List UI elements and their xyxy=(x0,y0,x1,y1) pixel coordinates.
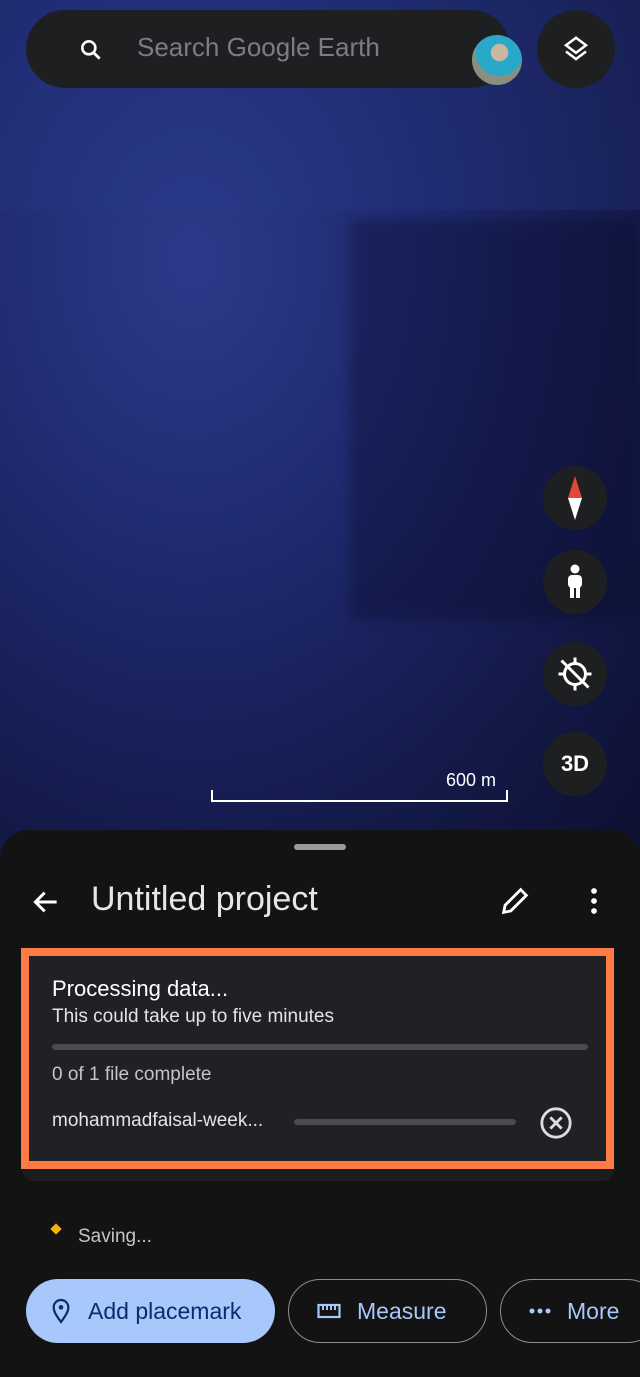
add-placemark-button[interactable]: Add placemark xyxy=(26,1279,275,1343)
placemark-icon xyxy=(52,1298,70,1324)
file-count: 0 of 1 file complete xyxy=(52,1064,212,1085)
drag-handle[interactable] xyxy=(294,844,346,850)
compass-button[interactable] xyxy=(543,466,607,530)
street-view-button[interactable] xyxy=(543,550,607,614)
processing-subtitle: This could take up to five minutes xyxy=(52,1006,334,1027)
scale-label: 600 m xyxy=(445,770,496,790)
3d-toggle-button[interactable]: 3D xyxy=(543,732,607,796)
back-arrow-icon[interactable] xyxy=(30,886,62,918)
my-location-button[interactable] xyxy=(543,642,607,706)
project-sheet: Untitled project Processing data... This… xyxy=(0,830,640,1377)
search-bar[interactable]: Search Google Earth xyxy=(26,10,522,88)
cancel-upload-icon[interactable] xyxy=(539,1106,573,1140)
measure-button[interactable]: Measure xyxy=(288,1279,487,1343)
ruler-icon xyxy=(317,1303,341,1319)
avatar[interactable] xyxy=(472,35,522,85)
search-input[interactable]: Search Google Earth xyxy=(137,32,380,63)
file-name: mohammadfaisal-week... xyxy=(52,1110,264,1131)
map-view[interactable] xyxy=(0,0,640,860)
search-icon xyxy=(81,40,101,60)
pegman-icon xyxy=(568,564,582,598)
location-disabled-icon xyxy=(558,657,592,691)
more-horiz-icon xyxy=(529,1308,551,1314)
processing-title: Processing data... xyxy=(52,976,229,1001)
layers-icon xyxy=(563,36,589,61)
edit-icon[interactable] xyxy=(498,884,532,918)
scale-bar: 600 m xyxy=(211,770,508,802)
compass-icon xyxy=(568,476,582,520)
processing-card: Processing data... This could take up to… xyxy=(21,948,614,1169)
page-title: Untitled project xyxy=(91,880,318,918)
layers-button[interactable] xyxy=(537,10,615,88)
more-button[interactable]: More xyxy=(500,1279,640,1343)
more-vert-icon[interactable] xyxy=(584,886,604,916)
saving-indicator-icon xyxy=(50,1223,62,1235)
overall-progress-bar xyxy=(52,1044,588,1050)
file-progress-bar xyxy=(294,1119,516,1125)
